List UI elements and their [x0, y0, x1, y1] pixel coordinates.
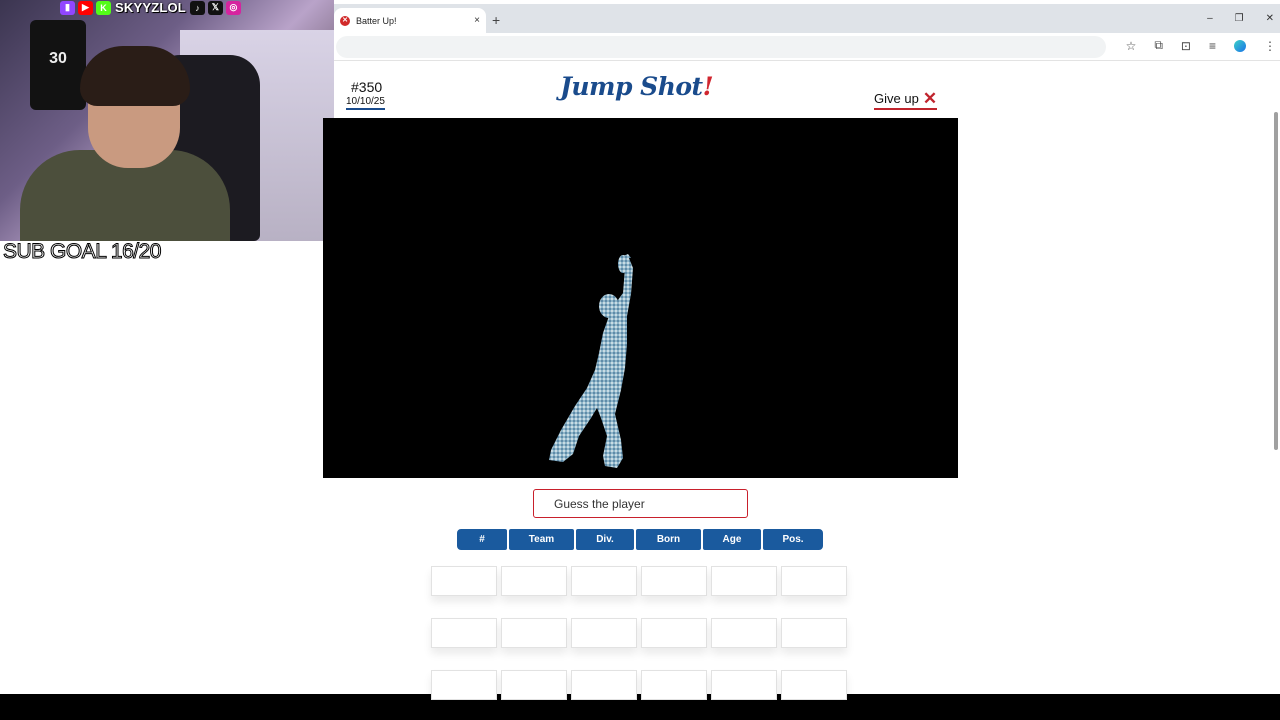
puzzle-number: #350 — [351, 79, 383, 95]
guess-cell — [501, 618, 567, 648]
toolbar-icons: ☆ ⧉ ⊡ ≡ ⋮ — [1126, 38, 1276, 53]
extensions-icon[interactable]: ⧉ — [1154, 38, 1163, 53]
guess-grid — [431, 566, 851, 720]
guess-row — [431, 566, 851, 596]
column-header-num: # — [457, 529, 507, 550]
social-icons-group-2: ♪ 𝕏 ◎ — [189, 0, 241, 15]
bookmark-star-icon[interactable]: ☆ — [1126, 39, 1137, 53]
guess-cell — [641, 618, 707, 648]
x-icon: 𝕏 — [207, 0, 223, 15]
close-window-icon[interactable]: ✕ — [1266, 13, 1274, 24]
logo-text: Jump Shot — [560, 72, 703, 101]
page-scrollbar[interactable] — [1272, 64, 1280, 694]
new-tab-button[interactable]: + — [492, 12, 500, 28]
social-icons-group: ▮ ▶ K — [60, 0, 111, 15]
guess-cell — [711, 618, 777, 648]
game-logo: Jump Shot! — [560, 72, 714, 101]
guess-cell — [431, 670, 497, 700]
webcam-feed: 30 ▮ ▶ K SKYYZLOL ♪ 𝕏 ◎ — [0, 0, 334, 241]
guess-row — [431, 670, 851, 700]
guess-cell — [501, 670, 567, 700]
give-up-label: Give up — [874, 91, 919, 106]
column-header-age: Age — [703, 529, 761, 550]
window-controls: – ❐ ✕ — [1207, 13, 1274, 24]
sub-goal-counter: SUB GOAL 16/20 — [3, 240, 162, 264]
profile-avatar-icon[interactable] — [1234, 39, 1246, 52]
address-bar[interactable] — [336, 36, 1106, 58]
guess-cell — [431, 566, 497, 596]
tiktok-icon: ♪ — [189, 0, 205, 15]
minimize-icon[interactable]: – — [1207, 13, 1213, 24]
guess-cell — [711, 566, 777, 596]
streamer-hair — [80, 46, 190, 106]
menu-kebab-icon[interactable]: ⋮ — [1264, 39, 1276, 53]
restore-icon[interactable]: ❐ — [1235, 13, 1244, 24]
youtube-icon: ▶ — [78, 0, 93, 15]
guess-cell — [571, 566, 637, 596]
logo-exclamation: ! — [702, 72, 714, 101]
browser-toolbar: ☆ ⧉ ⊡ ≡ ⋮ — [334, 33, 1280, 61]
silhouette-body — [549, 254, 633, 468]
guess-cell — [431, 618, 497, 648]
wall-jersey: 30 — [30, 20, 86, 110]
guess-player-input[interactable] — [533, 489, 748, 518]
media-control-icon[interactable]: ≡ — [1209, 39, 1216, 53]
guess-cell — [501, 566, 567, 596]
tab-close-icon[interactable]: × — [474, 15, 480, 26]
scroll-thumb[interactable] — [1274, 112, 1278, 450]
guess-cell — [571, 618, 637, 648]
puzzle-date: 10/10/25 — [346, 96, 385, 110]
kick-icon: K — [96, 0, 111, 15]
social-handle: SKYYZLOL — [115, 0, 186, 15]
social-bar: ▮ ▶ K SKYYZLOL ♪ 𝕏 ◎ — [60, 0, 241, 15]
jersey-number: 30 — [49, 50, 67, 67]
give-up-button[interactable]: Give up ✕ — [874, 88, 938, 110]
guess-cell — [781, 618, 847, 648]
player-silhouette-stage — [323, 118, 958, 478]
guess-cell — [571, 670, 637, 700]
twitch-icon: ▮ — [60, 0, 75, 15]
cast-icon[interactable]: ⊡ — [1181, 39, 1191, 53]
instagram-icon: ◎ — [225, 0, 241, 15]
guess-row — [431, 618, 851, 648]
column-header-team: Team — [509, 529, 574, 550]
give-up-x-icon: ✕ — [922, 88, 938, 108]
column-header-div: Div. — [576, 529, 634, 550]
guess-column-headers: # Team Div. Born Age Pos. — [457, 529, 823, 550]
tab-title: Batter Up! — [356, 15, 397, 26]
tab-batter-up[interactable]: ✕ Batter Up! × — [334, 8, 486, 33]
tab-strip: ✕ Batter Up! × + – ❐ ✕ — [334, 4, 1280, 33]
guess-cell — [711, 670, 777, 700]
player-silhouette — [549, 254, 633, 468]
column-header-pos: Pos. — [763, 529, 823, 550]
silhouette-hand — [618, 255, 628, 273]
guess-cell — [641, 670, 707, 700]
guess-cell — [641, 566, 707, 596]
guess-cell — [781, 566, 847, 596]
favicon-icon: ✕ — [340, 15, 350, 26]
column-header-born: Born — [636, 529, 701, 550]
silhouette-head — [599, 294, 619, 318]
guess-cell — [781, 670, 847, 700]
